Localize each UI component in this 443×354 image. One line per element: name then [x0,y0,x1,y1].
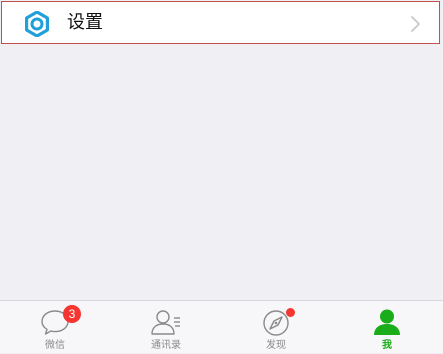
settings-row[interactable]: 设置 [1,1,440,44]
tab-me[interactable]: 我 [332,301,442,354]
tab-bar: 3 微信 通讯录 发现 我 [0,300,443,353]
tab-label: 我 [382,340,392,351]
notification-dot [286,308,295,317]
tab-label: 微信 [45,340,65,351]
unread-badge: 3 [63,305,81,323]
tab-label: 通讯录 [151,340,181,351]
me-screen: 设置 3 微信 通讯录 发现 我 [0,0,443,353]
gear-icon [24,11,49,37]
tab-contacts[interactable]: 通讯录 [111,301,221,354]
contacts-icon [151,310,180,335]
settings-label: 设置 [67,12,103,33]
person-icon [374,309,400,335]
tab-wechat[interactable]: 3 微信 [0,301,110,354]
tab-label: 发现 [266,340,286,351]
tab-discover[interactable]: 发现 [221,301,331,354]
chevron-right-icon [411,16,420,32]
